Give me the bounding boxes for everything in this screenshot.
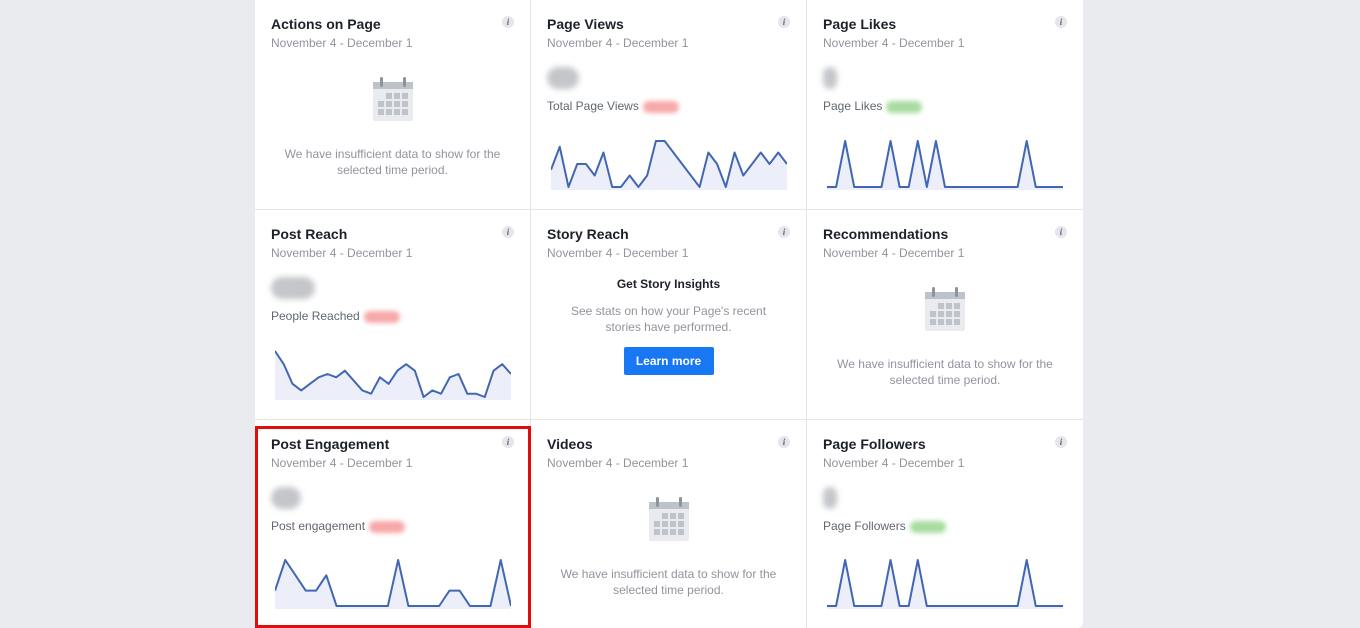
card-recommendations[interactable]: Recommendations November 4 - December 1 …: [807, 210, 1083, 420]
calendar-icon: [372, 77, 413, 121]
card-date-range: November 4 - December 1: [823, 456, 965, 470]
story-insights-heading: Get Story Insights: [616, 277, 721, 291]
card-date-range: November 4 - December 1: [271, 246, 413, 260]
metric-label: Page Followers: [823, 519, 906, 533]
change-badge-blurred: [642, 100, 679, 113]
metric-label: Page Likes: [823, 99, 883, 113]
sparkline: [551, 140, 787, 190]
change-badge-blurred: [886, 100, 923, 113]
info-icon[interactable]: i: [502, 226, 514, 238]
change-badge-blurred: [369, 520, 406, 533]
card-date-range: November 4 - December 1: [823, 246, 965, 260]
story-insights-description: See stats on how your Page's recent stor…: [570, 304, 767, 334]
metric-value-blurred: [271, 485, 514, 511]
card-date-range: November 4 - December 1: [271, 456, 413, 470]
card-actions-on-page[interactable]: Actions on Page November 4 - December 1 …: [255, 0, 531, 210]
card-post-engagement[interactable]: Post Engagement November 4 - December 1 …: [255, 420, 531, 628]
empty-state: We have insufficient data to show for th…: [547, 471, 790, 598]
metric-value-blurred: [271, 275, 514, 301]
metric-value-blurred: [547, 65, 790, 91]
metric-label: Post engagement: [271, 519, 366, 533]
card-page-followers[interactable]: Page Followers November 4 - December 1 i…: [807, 420, 1083, 628]
card-title: Post Engagement: [271, 436, 390, 452]
empty-state-text: We have insufficient data to show for th…: [837, 357, 1053, 387]
change-badge-blurred: [363, 310, 400, 323]
learn-more-button[interactable]: Learn more: [623, 347, 714, 375]
card-title: Story Reach: [547, 226, 629, 242]
change-badge-blurred: [909, 520, 946, 533]
info-icon[interactable]: i: [502, 436, 514, 448]
card-page-views[interactable]: Page Views November 4 - December 1 i Tot…: [531, 0, 807, 210]
card-post-reach[interactable]: Post Reach November 4 - December 1 i Peo…: [255, 210, 531, 420]
info-icon[interactable]: i: [778, 16, 790, 28]
card-title: Page Views: [547, 16, 624, 32]
card-videos[interactable]: Videos November 4 - December 1 i We have…: [531, 420, 807, 628]
card-title: Post Reach: [271, 226, 348, 242]
card-title: Recommendations: [823, 226, 949, 242]
insights-overview-grid: Actions on Page November 4 - December 1 …: [255, 0, 1083, 628]
metric-label: Total Page Views: [547, 99, 639, 113]
info-icon[interactable]: i: [1055, 436, 1067, 448]
empty-state-text: We have insufficient data to show for th…: [560, 567, 777, 597]
info-icon[interactable]: i: [1055, 16, 1067, 28]
sparkline: [275, 559, 511, 609]
sparkline: [827, 559, 1063, 609]
empty-state: We have insufficient data to show for th…: [271, 51, 514, 178]
card-date-range: November 4 - December 1: [823, 36, 965, 50]
metric-label: People Reached: [271, 309, 360, 323]
card-date-range: November 4 - December 1: [547, 36, 689, 50]
card-date-range: November 4 - December 1: [271, 36, 413, 50]
empty-state-text: We have insufficient data to show for th…: [284, 147, 501, 177]
card-story-reach[interactable]: Story Reach November 4 - December 1 i Ge…: [531, 210, 807, 420]
empty-state: We have insufficient data to show for th…: [823, 261, 1067, 388]
calendar-icon: [925, 287, 965, 331]
info-icon[interactable]: i: [778, 436, 790, 448]
sparkline: [827, 140, 1063, 190]
card-title: Page Followers: [823, 436, 926, 452]
metric-value-blurred: [823, 65, 1067, 91]
card-page-likes[interactable]: Page Likes November 4 - December 1 i Pag…: [807, 0, 1083, 210]
info-icon[interactable]: i: [502, 16, 514, 28]
sparkline: [275, 350, 511, 400]
info-icon[interactable]: i: [778, 226, 790, 238]
card-title: Actions on Page: [271, 16, 381, 32]
card-title: Videos: [547, 436, 593, 452]
calendar-icon: [648, 497, 689, 541]
card-title: Page Likes: [823, 16, 897, 32]
metric-value-blurred: [823, 485, 1067, 511]
info-icon[interactable]: i: [1055, 226, 1067, 238]
card-date-range: November 4 - December 1: [547, 246, 689, 260]
card-date-range: November 4 - December 1: [547, 456, 689, 470]
